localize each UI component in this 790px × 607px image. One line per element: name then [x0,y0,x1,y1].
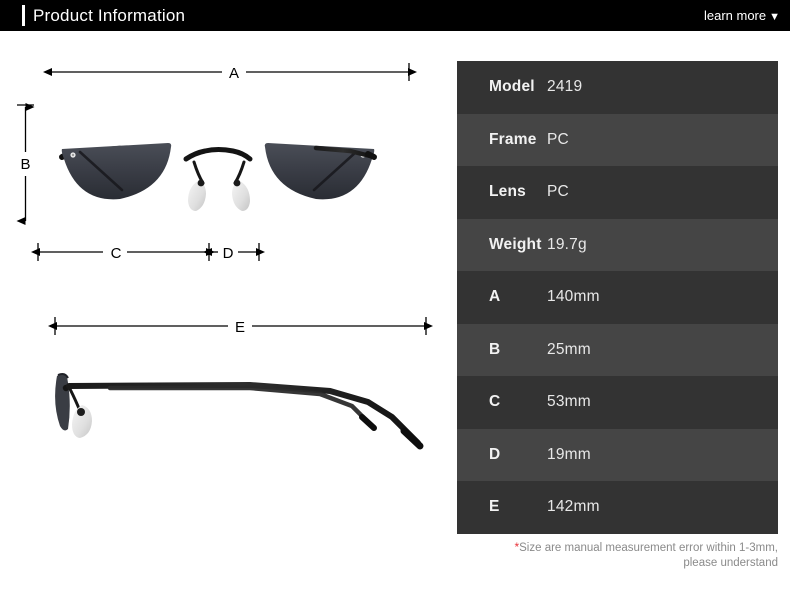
spec-key: Model [489,78,535,96]
header-accent-bar [22,5,25,26]
dimension-label-c: C [111,245,122,262]
footnote-line-2: please understand [683,557,778,569]
spec-value: 142mm [547,498,600,516]
table-row: A 140mm [457,271,778,324]
dimension-arrow-b: B [16,103,35,225]
dimension-arrow-d: D [203,243,265,262]
spec-value: 2419 [547,78,583,96]
dimension-arrow-c: C [31,243,215,262]
product-diagram-panel: A B C D E [0,31,455,607]
header-bar: Product Information learn more ▼ [0,0,790,31]
spec-key: B [489,340,501,358]
dimension-label-e: E [235,319,245,336]
dimension-label-d: D [223,245,234,262]
table-row: E 142mm [457,481,778,534]
table-row: Lens PC [457,166,778,219]
spec-value: 25mm [547,340,591,358]
chevron-down-icon: ▼ [769,11,780,23]
spec-key: Weight [489,235,542,253]
dimension-label-b: B [20,156,30,173]
spec-value: 53mm [547,393,591,411]
spec-key: D [489,445,501,463]
learn-more-label: learn more [703,8,767,23]
footnote-line-1: Size are manual measurement error within… [519,542,778,554]
spec-value: PC [547,183,569,201]
product-dimension-diagram: A B C D E [16,63,433,450]
dimension-label-a: A [229,65,239,82]
spec-key: Lens [489,183,526,201]
dimension-arrow-e: E [48,317,433,336]
spec-key: A [489,288,501,306]
specification-table: Model 2419 Frame PC Lens PC Weight 19.7g A 140mm B… [457,61,778,534]
spec-key: C [489,393,501,411]
spec-value: 19.7g [547,235,587,253]
table-row: C 53mm [457,376,778,429]
table-row: Model 2419 [457,61,778,114]
table-row: Weight 19.7g [457,218,778,271]
sunglasses-side-view [55,373,424,450]
sunglasses-front-view [59,143,377,211]
spec-value: 19mm [547,445,591,463]
table-row: D 19mm [457,428,778,481]
measurement-footnote: *Size are manual measurement error withi… [457,540,778,571]
spec-value: 140mm [547,288,600,306]
table-row: Frame PC [457,113,778,166]
page-title: Product Information [33,6,186,25]
spec-key: E [489,498,500,516]
learn-more-button[interactable]: learn more ▼ [704,8,780,25]
spec-value: PC [547,130,569,148]
spec-key: Frame [489,130,537,148]
table-row: B 25mm [457,323,778,376]
dimension-arrow-a: A [43,63,417,82]
